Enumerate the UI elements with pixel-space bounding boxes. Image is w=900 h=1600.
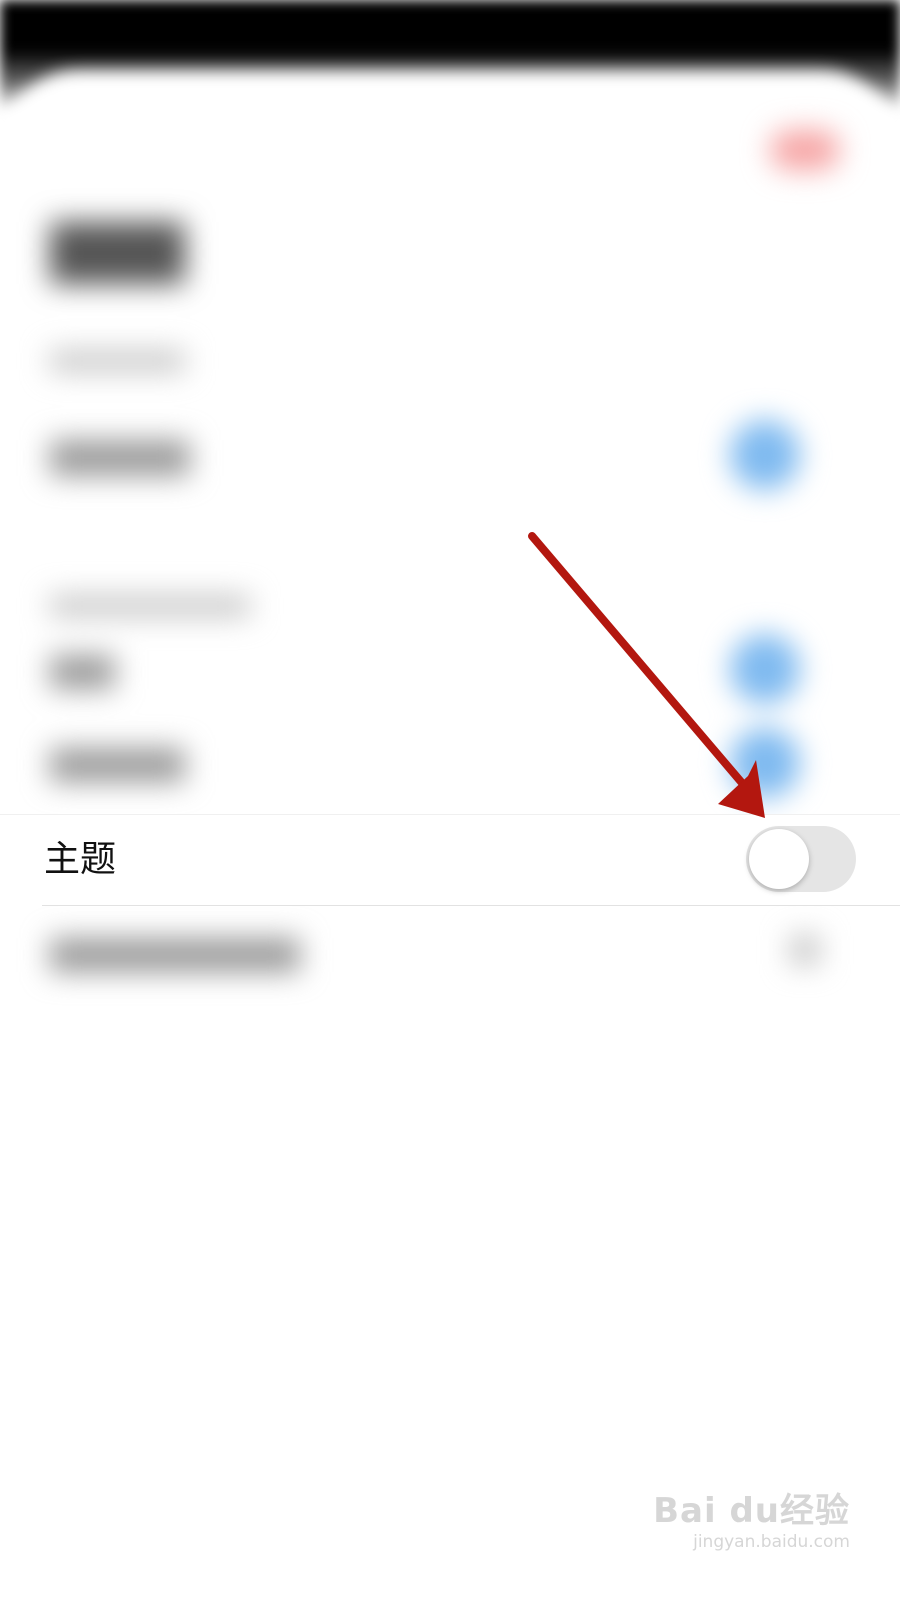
- watermark-site: jingyan.baidu.com: [693, 1532, 850, 1552]
- baidu-jingyan-watermark: Bai du经验 jingyan.baidu.com: [653, 1483, 850, 1552]
- watermark-brand: Bai du经验: [653, 1491, 850, 1531]
- annotation-arrow-icon: [528, 532, 765, 818]
